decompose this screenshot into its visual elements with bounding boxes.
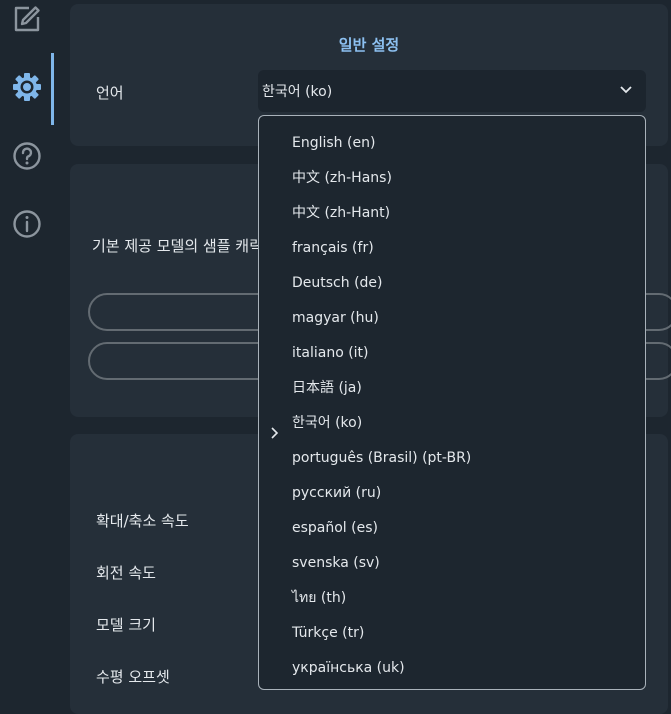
option-label: 中文 (zh-Hans) [292,170,392,186]
option-label: português (Brasil) (pt-BR) [292,450,472,466]
option-label: ไทย (th) [292,590,347,606]
language-select[interactable]: 한국어 (ko) [258,70,646,112]
option-label: magyar (hu) [292,310,379,326]
option-label: Deutsch (de) [292,275,383,291]
language-option-de[interactable]: Deutsch (de) [259,266,645,301]
gear-icon [11,71,43,107]
language-option-ru[interactable]: русский (ru) [259,476,645,511]
model-size-label: 모델 크기 [96,616,156,634]
language-option-ko-selected[interactable]: 한국어 (ko) [259,406,645,441]
about-nav-item[interactable] [0,196,54,256]
help-icon [12,141,42,175]
zoom-speed-label: 확대/축소 속도 [96,512,189,530]
language-label: 언어 [96,84,124,102]
language-option-pt-br[interactable]: português (Brasil) (pt-BR) [259,441,645,476]
option-label: svenska (sv) [292,555,380,571]
language-option-hu[interactable]: magyar (hu) [259,301,645,336]
language-option-fr[interactable]: français (fr) [259,231,645,266]
language-option-th[interactable]: ไทย (th) [259,581,645,616]
language-option-tr[interactable]: Türkçe (tr) [259,616,645,651]
language-option-ja[interactable]: 日本語 (ja) [259,371,645,406]
sidebar [0,0,54,699]
language-select-value: 한국어 (ko) [262,84,333,100]
general-settings-title: 일반 설정 [338,36,400,54]
language-option-it[interactable]: italiano (it) [259,336,645,371]
option-label: 中文 (zh-Hant) [292,205,391,221]
option-label: Türkçe (tr) [292,625,365,641]
language-option-sv[interactable]: svenska (sv) [259,546,645,581]
option-label: 한국어 (ko) [292,415,363,431]
language-dropdown-menu: English (en) 中文 (zh-Hans) 中文 (zh-Hant) f… [258,115,646,690]
language-option-zh-hans[interactable]: 中文 (zh-Hans) [259,161,645,196]
settings-nav-item[interactable] [0,53,54,125]
edit-icon [12,4,42,38]
chevron-down-icon [618,82,634,102]
rotation-speed-label: 회전 속도 [96,564,156,582]
option-label: українська (uk) [292,660,405,676]
language-option-es[interactable]: español (es) [259,511,645,546]
option-label: русский (ru) [292,485,382,501]
edit-nav-item[interactable] [0,0,54,51]
option-label: español (es) [292,520,378,536]
horizontal-offset-label: 수평 오프셋 [96,668,170,686]
language-option-uk[interactable]: українська (uk) [259,651,645,686]
language-option-zh-hant[interactable]: 中文 (zh-Hant) [259,196,645,231]
language-option-en[interactable]: English (en) [259,126,645,161]
option-label: italiano (it) [292,345,369,361]
help-nav-item[interactable] [0,128,54,188]
info-icon [12,209,42,243]
option-label: English (en) [292,135,376,151]
sample-models-description: 기본 제공 모델의 샘플 캐릭 [92,237,263,255]
option-label: 日本語 (ja) [292,380,362,396]
option-label: français (fr) [292,240,374,256]
